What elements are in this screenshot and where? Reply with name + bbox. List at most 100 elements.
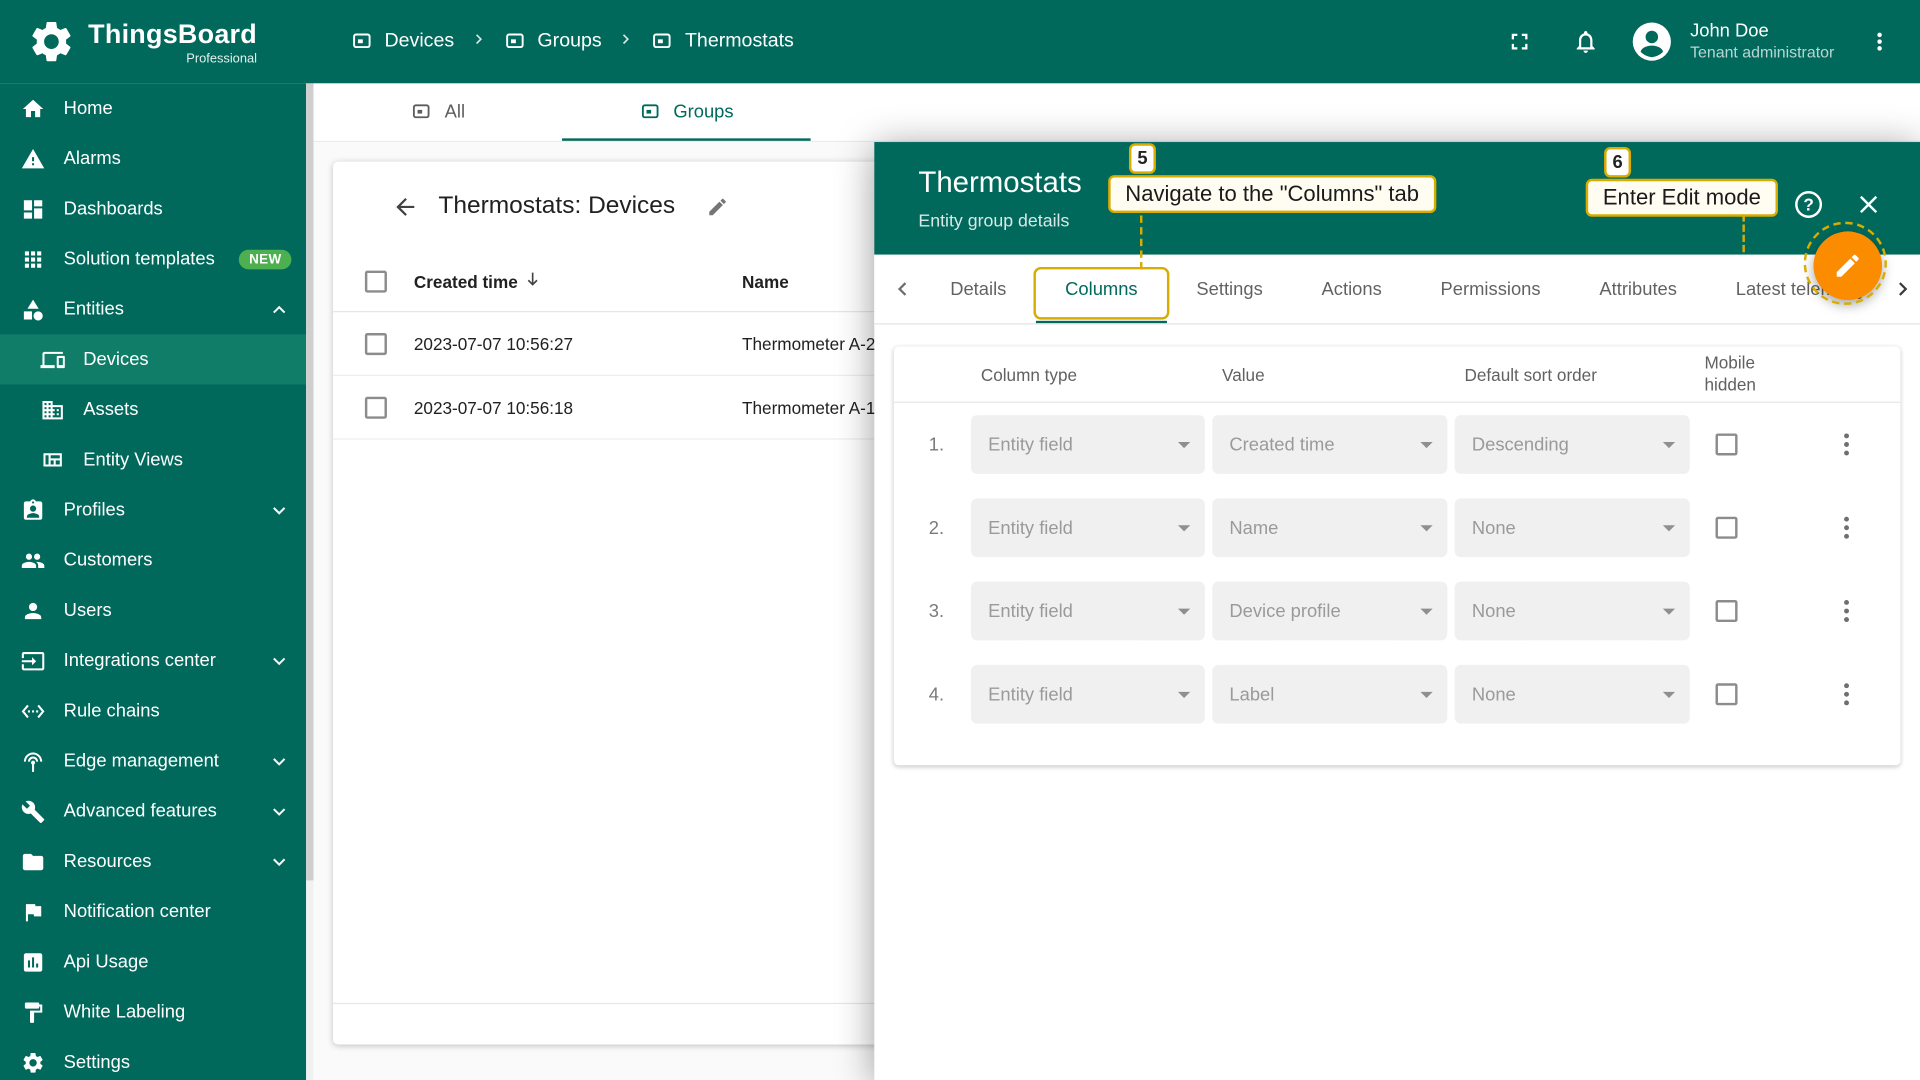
sidebar-item-integrations-center[interactable]: Integrations center [0,636,306,686]
chevron-down-icon [267,799,291,823]
drawer-tab-actions[interactable]: Actions [1292,255,1411,324]
value-select[interactable]: Name [1212,498,1448,558]
column-type-select[interactable]: Entity field [971,664,1205,724]
thingsboard-gear-icon [32,22,71,62]
mobile-hidden-header: Mobile hidden [1704,352,1756,394]
scrollbar-thumb[interactable] [306,83,314,881]
sidebar-item-notification-center[interactable]: Notification center [0,887,306,937]
entity-group-details-drawer: Thermostats Entity group details ? Detai… [874,142,1920,1080]
drawer-tab-columns[interactable]: Columns [1033,255,1170,324]
sidebar-item-profiles[interactable]: Profiles [0,485,306,535]
drawer-subtitle: Entity group details [918,211,1070,231]
sidebar-item-advanced-features[interactable]: Advanced features [0,786,306,836]
created-time-column-header[interactable]: Created time [414,271,518,291]
sidebar-item-customers[interactable]: Customers [0,535,306,585]
chevron-down-icon [267,498,291,522]
sidebar-item-home[interactable]: Home [0,83,306,133]
edit-group-name-button[interactable] [707,195,729,217]
sidebar-item-devices[interactable]: Devices [0,334,307,385]
sidebar-item-rule-chains[interactable]: Rule chains [0,686,306,736]
fullscreen-button[interactable] [1499,21,1541,63]
chevron-down-icon [267,749,291,773]
sidebar-item-edge-management[interactable]: Edge management [0,736,306,786]
more-vert-icon [1877,32,1882,51]
row-checkbox[interactable] [364,332,387,355]
topbar-menu-button[interactable] [1859,21,1901,63]
assets-icon [42,400,63,419]
brand-logo[interactable]: ThingsBoard Professional [0,17,306,66]
tabs-scroll-left-button[interactable] [884,255,921,324]
step-6-label: Enter Edit mode [1585,178,1779,217]
dropdown-caret-icon [1420,524,1433,531]
drawer-tab-attributes[interactable]: Attributes [1570,255,1706,324]
row-menu-button[interactable] [1844,525,1849,531]
dropdown-caret-icon [1177,441,1191,448]
row-menu-button[interactable] [1844,608,1849,614]
breadcrumb-groups[interactable]: Groups [503,30,602,53]
sidebar-scrollbar[interactable] [306,83,314,1080]
breadcrumb-devices[interactable]: Devices [350,30,454,53]
user-avatar[interactable] [1631,21,1673,63]
breadcrumb-thermostats[interactable]: Thermostats [651,30,794,53]
step-5-connector [1140,215,1143,270]
customers-icon [21,553,45,568]
row-checkbox[interactable] [364,396,387,419]
mobile-hidden-checkbox[interactable] [1715,516,1738,539]
entity-views-icon [43,452,62,466]
help-button[interactable]: ? [1795,191,1823,218]
account-circle-icon [1633,22,1672,61]
sidebar-item-assets[interactable]: Assets [0,384,306,434]
sidebar-item-entities[interactable]: Entities [0,284,306,334]
notifications-button[interactable] [1565,21,1607,63]
sort-order-select[interactable]: Descending [1454,415,1690,474]
sidebar-item-solution-templates[interactable]: Solution templates NEW [0,234,306,284]
sidebar-item-white-labeling[interactable]: White Labeling [0,987,306,1037]
mobile-hidden-checkbox[interactable] [1715,600,1738,623]
sidebar-item-alarms[interactable]: Alarms [0,133,306,183]
value-select[interactable]: Device profile [1212,581,1448,641]
mobile-hidden-checkbox[interactable] [1715,433,1738,456]
drawer-tab-settings[interactable]: Settings [1167,255,1292,324]
advanced-features-icon [21,800,45,823]
device-group-icon [413,103,430,118]
tab-groups[interactable]: Groups [562,83,811,141]
row-menu-button[interactable] [1844,691,1849,697]
tabs-scroll-right-button[interactable] [1885,254,1920,324]
thingsboard-app: ThingsBoard Professional Devices Groups … [0,0,1920,1080]
value-select[interactable]: Created time [1212,415,1448,474]
column-type-select[interactable]: Entity field [971,498,1205,558]
column-type-select[interactable]: Entity field [971,581,1205,641]
breadcrumb: Devices Groups Thermostats [350,29,794,55]
sort-order-select[interactable]: None [1454,664,1690,724]
device-group-icon [641,103,659,118]
close-drawer-button[interactable] [1854,190,1883,219]
user-info: John Doe Tenant administrator [1690,19,1834,64]
row-number: 4. [928,683,945,705]
sidebar-item-dashboards[interactable]: Dashboards [0,184,306,234]
sort-order-select[interactable]: None [1454,498,1690,558]
folder-icon [22,853,44,870]
dropdown-caret-icon [1420,607,1433,615]
notification-center-icon [25,903,42,921]
sidebar-item-entity-views[interactable]: Entity Views [0,435,306,485]
back-button[interactable] [392,193,419,220]
tab-all[interactable]: All [313,83,562,141]
drawer-tab-details[interactable]: Details [921,255,1036,324]
drawer-tab-permissions[interactable]: Permissions [1411,255,1570,324]
column-type-select[interactable]: Entity field [971,415,1205,474]
sidebar-item-users[interactable]: Users [0,585,306,635]
name-column-header[interactable]: Name [742,271,789,291]
sidebar-item-api-usage[interactable]: Api Usage [0,937,306,987]
name-cell: Thermometer A-1 [742,397,876,417]
chevron-down-icon [267,849,291,873]
sort-order-select[interactable]: None [1454,581,1690,641]
integrations-icon [21,651,45,670]
value-select[interactable]: Label [1212,664,1448,724]
row-menu-button[interactable] [1844,442,1849,447]
sort-descending-icon[interactable] [523,269,543,292]
sidebar-item-settings[interactable]: Settings [0,1037,306,1080]
select-all-checkbox[interactable] [364,270,387,293]
mobile-hidden-checkbox[interactable] [1715,683,1738,706]
sidebar-item-resources[interactable]: Resources [0,836,306,886]
dropdown-caret-icon [1662,524,1676,531]
